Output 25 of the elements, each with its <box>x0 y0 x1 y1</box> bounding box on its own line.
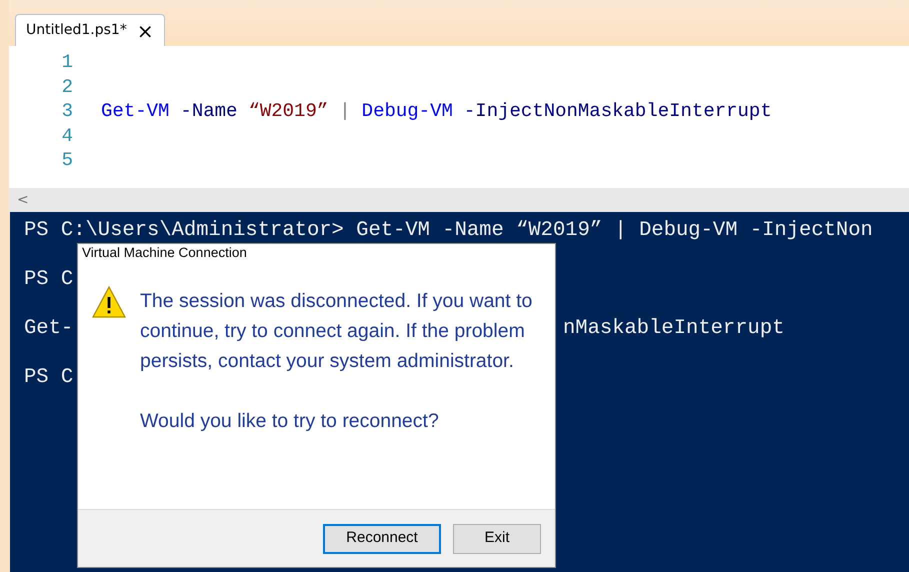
close-icon[interactable]: × <box>136 20 154 40</box>
console-text: nMaskableInterrupt <box>563 318 784 340</box>
line-number: 4 <box>60 124 73 148</box>
reconnect-button[interactable]: Reconnect <box>323 524 441 554</box>
dialog-title: Virtual Machine Connection <box>81 244 248 262</box>
console-text: Get- <box>24 318 74 340</box>
code-token: “W2019” <box>248 99 328 124</box>
code-token: -InjectNonMaskableInterrupt <box>464 99 772 124</box>
line-number: 1 <box>60 50 73 75</box>
line-number: 3 <box>60 99 73 124</box>
scroll-left-arrow[interactable]: < <box>17 190 29 210</box>
code-token: Debug-VM <box>362 99 453 124</box>
warning-icon <box>92 286 126 318</box>
editor-tab[interactable]: Untitled1.ps1* × <box>15 14 165 46</box>
code-token: Get-VM <box>101 99 170 124</box>
line-number: 5 <box>60 148 73 173</box>
exit-button[interactable]: Exit <box>453 524 541 554</box>
code-token: | <box>339 99 351 124</box>
console-text: PS C <box>24 367 74 389</box>
console-text: PS C <box>24 269 74 291</box>
console-text: PS C:\Users\Administrator> Get-VM -Name “W2019” | Debug-VM -InjectNon <box>24 220 873 242</box>
line-number: 2 <box>60 74 73 100</box>
code-token: -Name <box>180 99 238 124</box>
dialog-message: The session was disconnected. If you want to continue, try to connect again. If the problem persists, contact your system administrator. <box>140 289 534 374</box>
dialog-question: Would you like to try to reconnect? <box>140 409 440 434</box>
